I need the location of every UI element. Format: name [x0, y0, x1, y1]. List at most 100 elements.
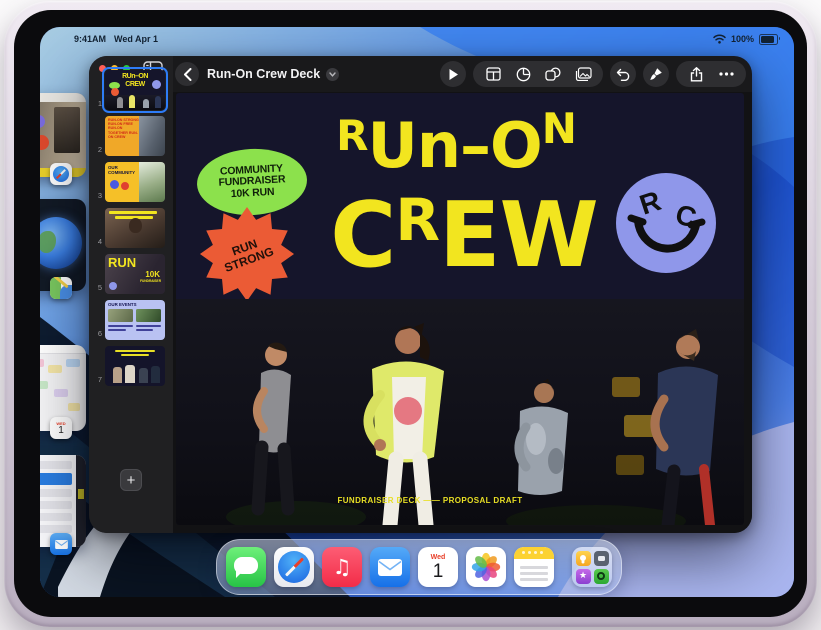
runners-night-photo[interactable]	[176, 299, 744, 525]
mini-text: OUR EVENTS	[108, 302, 137, 307]
star-mini-icon: ★	[576, 569, 591, 584]
slide-thumbnail-2[interactable]: RUN-ON STRONG RUN-ON FREE RUN-ON TOGETHE…	[105, 116, 165, 156]
dock-app-messages[interactable]	[226, 547, 266, 587]
runners-illustration	[176, 299, 744, 525]
rc-smiley-badge[interactable]: R C	[614, 171, 718, 275]
tips-mini-icon	[576, 551, 591, 566]
ipad-screen: 9:41AM Wed Apr 1 100%	[40, 27, 794, 597]
slide-canvas[interactable]: RUn–ON CREW COMMUNITY FUNDRAISER 10K RUN	[176, 93, 744, 525]
title-letter: n	[417, 115, 460, 177]
dock: ♫ Wed1 ★	[216, 539, 622, 595]
insert-media-button[interactable]	[569, 61, 597, 87]
slide-thumbnail-row: 5RUN10KFUNDRAISER	[89, 254, 173, 294]
insert-table-button[interactable]	[479, 61, 507, 87]
safari-app-badge	[50, 163, 72, 185]
dock-app-calendar[interactable]: Wed1	[418, 547, 458, 587]
slide-thumbnail-5[interactable]: RUN10KFUNDRAISER	[105, 254, 165, 294]
slide-number: 3	[89, 191, 102, 200]
title-letter: N	[542, 108, 576, 150]
slide-number: 7	[89, 375, 102, 384]
calendar-app-badge: WED1	[50, 417, 72, 439]
format-brush-icon	[649, 67, 663, 81]
stage-window-calendar[interactable]: WED1	[40, 345, 86, 431]
title-letter: O	[490, 115, 542, 177]
shapes-icon	[545, 67, 561, 81]
slide-footer-text[interactable]: FUNDRAISER DECK —— PROPOSAL DRAFT	[176, 496, 684, 505]
table-icon	[486, 67, 501, 81]
slide-number: 1	[89, 99, 102, 108]
insert-shape-button[interactable]	[539, 61, 567, 87]
maps-app-badge	[50, 277, 72, 299]
dock-app-notes[interactable]	[514, 547, 554, 587]
title-menu-chevron-icon[interactable]	[326, 68, 339, 81]
back-button[interactable]	[175, 62, 199, 86]
stage-window-safari[interactable]	[40, 93, 86, 177]
stage-window-maps[interactable]	[40, 199, 86, 291]
media-photos-icon	[575, 67, 592, 81]
slide-canvas-area: RUn–ON CREW COMMUNITY FUNDRAISER 10K RUN	[173, 92, 752, 533]
slide-thumbnail-row: 4	[89, 208, 173, 248]
dock-app-mail[interactable]	[370, 547, 410, 587]
title-letter: –	[460, 115, 490, 177]
status-date: Wed Apr 1	[114, 34, 158, 44]
slide-thumbnail-row: 2RUN-ON STRONG RUN-ON FREE RUN-ON TOGETH…	[89, 116, 173, 156]
title-letter: R	[336, 115, 367, 157]
document-title[interactable]: Run-On Crew Deck	[207, 56, 339, 92]
title-letter: R	[395, 191, 439, 249]
slide-thumbnail-row: 6 OUR EVENTS	[89, 300, 173, 340]
battery-percent: 100%	[731, 34, 754, 44]
title-letter: C	[330, 191, 395, 281]
insert-tools-group	[473, 61, 603, 87]
share-icon	[690, 67, 703, 82]
wifi-icon	[713, 34, 726, 44]
slide-thumbnail-row: 7	[89, 346, 173, 386]
ipad-device-frame: 9:41AM Wed Apr 1 100%	[4, 1, 817, 627]
mini-text: RUN	[108, 255, 136, 270]
more-ellipsis-icon	[719, 72, 734, 76]
slide-thumbnail-list: 1RUn–ONCREW 2RUN-ON STRONG RUN-ON FREE R…	[89, 70, 173, 386]
dock-app-photos[interactable]	[466, 547, 506, 587]
dock-app-safari[interactable]	[274, 547, 314, 587]
format-brush-button[interactable]	[643, 61, 669, 87]
music-note-icon: ♫	[322, 547, 362, 587]
slide-number: 6	[89, 329, 102, 338]
play-button[interactable]	[440, 61, 466, 87]
slide-navigator-sidebar: 1RUn–ONCREW 2RUN-ON STRONG RUN-ON FREE R…	[89, 56, 173, 533]
share-more-group	[676, 61, 746, 87]
slide-thumbnail-6[interactable]: OUR EVENTS	[105, 300, 165, 340]
play-icon	[448, 68, 459, 81]
add-slide-button[interactable]: +	[120, 469, 142, 491]
undo-icon	[616, 68, 631, 81]
pie-chart-icon	[516, 67, 531, 82]
status-bar: 9:41AM Wed Apr 1 100%	[40, 31, 794, 47]
slide-thumbnail-4[interactable]	[105, 208, 165, 248]
mini-text: RUN-ON STRONG RUN-ON FREE RUN-ON TOGETHE…	[105, 116, 139, 156]
settings-mini-icon	[594, 569, 609, 584]
title-letter: U	[367, 115, 416, 177]
mail-app-badge	[50, 533, 72, 555]
slide-thumbnail-row: 1RUn–ONCREW	[89, 70, 173, 110]
slide-thumbnail-7[interactable]	[105, 346, 165, 386]
slide-number: 4	[89, 237, 102, 246]
envelope-icon	[378, 559, 402, 576]
insert-chart-button[interactable]	[509, 61, 537, 87]
more-button[interactable]	[712, 61, 740, 87]
title-letter: W	[499, 191, 597, 281]
stage-window-mail[interactable]	[40, 455, 86, 547]
dock-app-app-library[interactable]: ★	[572, 547, 612, 587]
title-letter: E	[439, 191, 499, 281]
photos-pinwheel-icon	[469, 550, 503, 584]
toolbar: Run-On Crew Deck	[173, 56, 752, 92]
slide-thumbnail-3[interactable]: OUR COMMUNITY	[105, 162, 165, 202]
slide-number: 2	[89, 145, 102, 154]
undo-button[interactable]	[610, 61, 636, 87]
dock-app-music[interactable]: ♫	[322, 547, 362, 587]
status-time: 9:41AM	[74, 34, 106, 44]
camera-mini-icon	[594, 551, 609, 566]
scene: 9:41AM Wed Apr 1 100%	[0, 0, 821, 630]
slide-number: 5	[89, 283, 102, 292]
run-strong-sticker[interactable]: RUN STRONG	[198, 205, 296, 303]
share-button[interactable]	[682, 61, 710, 87]
slide-thumbnail-row: 3OUR COMMUNITY	[89, 162, 173, 202]
slide-thumbnail-1[interactable]: RUn–ONCREW	[105, 70, 165, 110]
